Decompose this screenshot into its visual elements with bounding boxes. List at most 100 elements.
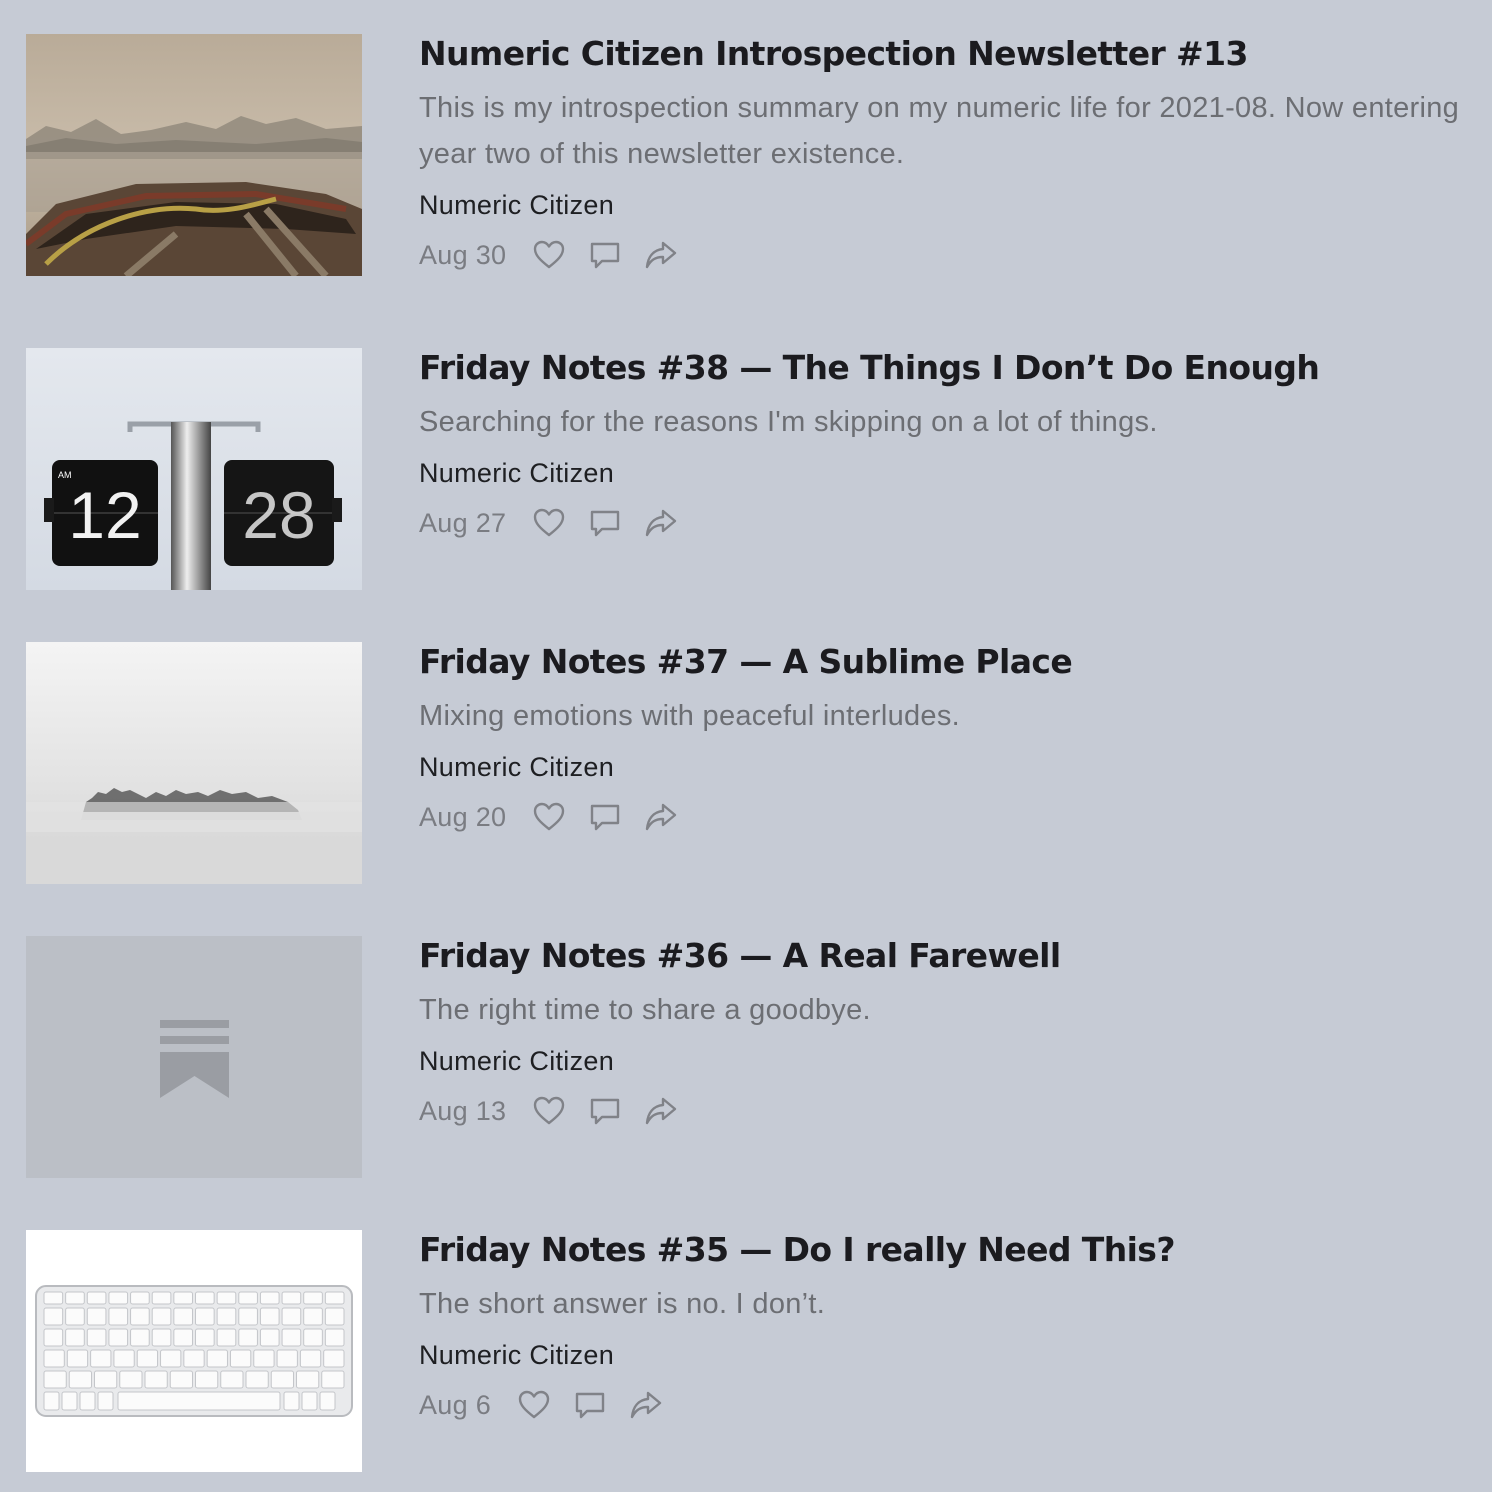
comment-button[interactable]: [588, 1094, 622, 1128]
like-button[interactable]: [517, 1388, 551, 1422]
like-button[interactable]: [532, 1094, 566, 1128]
keyboard-key: [238, 1328, 258, 1347]
like-button[interactable]: [532, 800, 566, 834]
post-title[interactable]: Friday Notes #36 — A Real Farewell: [419, 936, 1462, 976]
share-icon: [630, 1391, 662, 1419]
post-thumbnail[interactable]: [26, 936, 362, 1178]
keyboard-key: [259, 1328, 280, 1347]
keyboard-key: [66, 1349, 89, 1368]
keyboard-key: [119, 1370, 143, 1389]
share-button[interactable]: [644, 506, 678, 540]
keyboard-key: [94, 1370, 118, 1389]
post-item[interactable]: Friday Notes #35 — Do I really Need This…: [0, 1230, 1492, 1490]
post-thumbnail[interactable]: [26, 1230, 362, 1472]
keyboard-key: [108, 1291, 129, 1305]
post-subtitle[interactable]: The right time to share a goodbye.: [419, 987, 1462, 1033]
post-title[interactable]: Friday Notes #37 — A Sublime Place: [419, 642, 1462, 682]
post-subtitle[interactable]: The short answer is no. I don’t.: [419, 1281, 1462, 1327]
comment-button[interactable]: [588, 800, 622, 834]
post-title[interactable]: Friday Notes #38 — The Things I Don’t Do…: [419, 348, 1462, 388]
post-title[interactable]: Friday Notes #35 — Do I really Need This…: [419, 1230, 1462, 1270]
keyboard-key: [195, 1307, 215, 1326]
heart-icon: [518, 1390, 550, 1419]
post-item[interactable]: Numeric Citizen Introspection Newsletter…: [0, 34, 1492, 294]
clock-hour: 12: [68, 478, 141, 552]
post-title[interactable]: Numeric Citizen Introspection Newsletter…: [419, 34, 1462, 74]
keyboard-key: [151, 1291, 172, 1305]
comment-button[interactable]: [573, 1388, 607, 1422]
keyboard-key: [259, 1291, 280, 1305]
keyboard-key: [324, 1328, 345, 1347]
post-thumbnail[interactable]: [26, 642, 362, 884]
post-meta: Aug 6: [419, 1385, 1462, 1425]
share-button[interactable]: [644, 238, 678, 272]
share-icon: [646, 241, 677, 269]
post-item[interactable]: AM 12 28 Friday Notes #38 — The Things I…: [0, 348, 1492, 608]
post-author[interactable]: Numeric Citizen: [419, 749, 1462, 785]
keyboard-key: [303, 1328, 323, 1347]
post-date: Aug 30: [419, 239, 507, 270]
share-button[interactable]: [644, 1094, 678, 1128]
keyboard-key: [195, 1370, 219, 1389]
keyboard-key: [324, 1291, 345, 1305]
keyboard-key: [43, 1291, 64, 1305]
like-button[interactable]: [532, 506, 566, 540]
post-date: Aug 13: [419, 1095, 507, 1126]
heart-icon: [534, 508, 565, 537]
post-item[interactable]: Friday Notes #36 — A Real Farewell The r…: [0, 936, 1492, 1196]
post-subtitle[interactable]: Mixing emotions with peaceful interludes…: [419, 693, 1462, 739]
keyboard-key: [169, 1370, 193, 1389]
keyboard-key: [321, 1370, 345, 1389]
like-button[interactable]: [532, 238, 566, 272]
comment-icon: [575, 1392, 605, 1419]
share-icon: [646, 803, 677, 831]
keyboard-key: [216, 1291, 237, 1305]
post-subtitle[interactable]: This is my introspection summary on my n…: [419, 85, 1462, 177]
keyboard-key: [195, 1291, 215, 1305]
post-subtitle[interactable]: Searching for the reasons I'm skipping o…: [419, 399, 1462, 445]
keyboard-key: [238, 1307, 258, 1326]
keyboard-key: [301, 1391, 318, 1411]
keyboard-key: [229, 1349, 252, 1368]
post-date: Aug 20: [419, 801, 507, 832]
keyboard-key: [259, 1307, 280, 1326]
keyboard-key: [281, 1291, 302, 1305]
post-author[interactable]: Numeric Citizen: [419, 187, 1462, 223]
keyboard-key: [144, 1370, 168, 1389]
post-meta: Aug 20: [419, 797, 1462, 837]
share-button[interactable]: [644, 800, 678, 834]
boat-fog-image: [26, 34, 362, 276]
comment-button[interactable]: [588, 506, 622, 540]
keyboard-key: [173, 1291, 194, 1305]
comment-icon: [591, 242, 620, 269]
keyboard-key: [253, 1349, 275, 1368]
post-author[interactable]: Numeric Citizen: [419, 1337, 1462, 1373]
keyboard-key: [108, 1307, 129, 1326]
keyboard-key: [270, 1370, 294, 1389]
keyboard-key: [65, 1307, 85, 1326]
keyboard-key: [90, 1349, 112, 1368]
post-author[interactable]: Numeric Citizen: [419, 455, 1462, 491]
keyboard-key: [195, 1328, 215, 1347]
keyboard-key: [43, 1328, 64, 1347]
clock-minute: 28: [242, 478, 315, 552]
comment-button[interactable]: [588, 238, 622, 272]
keyboard-key: [173, 1307, 194, 1326]
keyboard-key: [113, 1349, 135, 1368]
post-item[interactable]: Friday Notes #37 — A Sublime Place Mixin…: [0, 642, 1492, 902]
keyboard-key: [238, 1291, 258, 1305]
keyboard-key: [173, 1328, 194, 1347]
keyboard-key: [283, 1391, 300, 1411]
post-thumbnail[interactable]: AM 12 28: [26, 348, 362, 590]
keyboard-key: [281, 1328, 302, 1347]
foggy-island-image: [26, 642, 362, 884]
comment-icon: [591, 1098, 620, 1125]
post-author[interactable]: Numeric Citizen: [419, 1043, 1462, 1079]
share-button[interactable]: [629, 1388, 663, 1422]
keyboard-key: [136, 1349, 159, 1368]
post-thumbnail[interactable]: [26, 34, 362, 276]
substack-placeholder-image: [26, 936, 362, 1178]
keyboard-key: [206, 1349, 228, 1368]
heart-icon: [534, 802, 565, 831]
keyboard-key: [281, 1307, 302, 1326]
